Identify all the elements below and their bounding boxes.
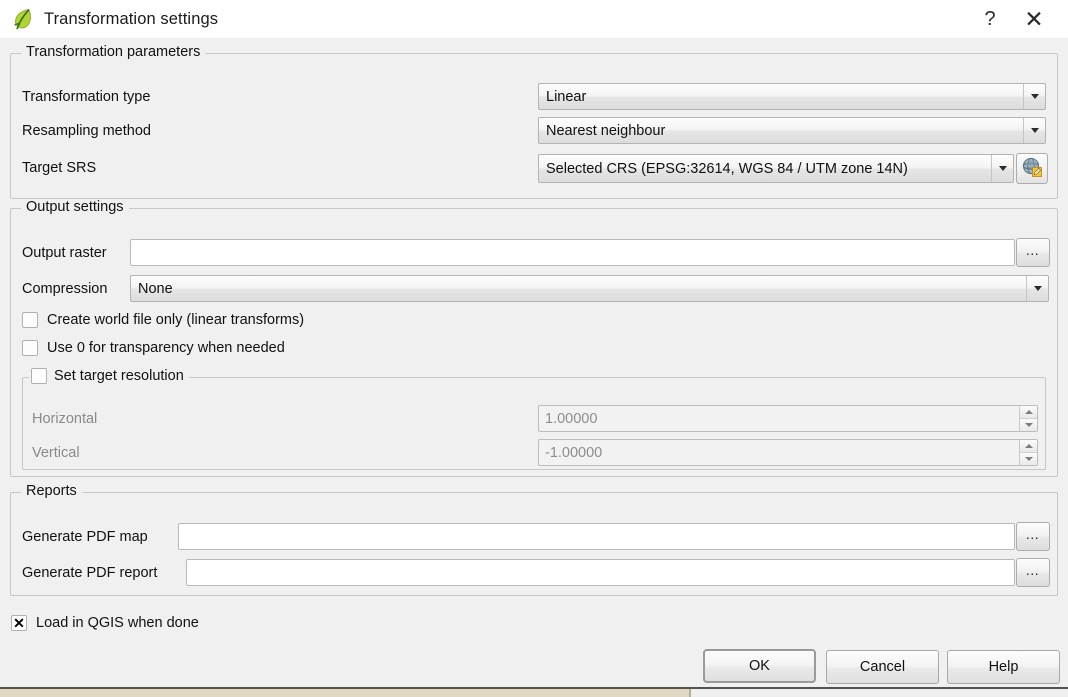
output-raster-label: Output raster xyxy=(22,245,107,261)
output-raster-browse-button[interactable]: … xyxy=(1016,238,1050,267)
generate-pdf-report-input[interactable] xyxy=(186,559,1015,586)
cancel-button[interactable]: Cancel xyxy=(826,650,939,684)
transformation-parameters-title: Transformation parameters xyxy=(21,44,206,60)
generate-pdf-report-label: Generate PDF report xyxy=(22,565,158,581)
transformation-type-combo[interactable]: Linear xyxy=(538,83,1046,110)
reports-title: Reports xyxy=(21,483,82,499)
target-srs-value: Selected CRS (EPSG:32614, WGS 84 / UTM z… xyxy=(546,160,908,177)
ok-button[interactable]: OK xyxy=(703,649,816,683)
chevron-down-icon xyxy=(991,155,1013,182)
horizontal-stepper-buttons[interactable] xyxy=(1019,406,1037,431)
stepper-down-icon[interactable] xyxy=(1020,419,1037,431)
compression-value: None xyxy=(138,280,173,297)
globe-crs-icon xyxy=(1021,156,1043,182)
generate-pdf-map-label: Generate PDF map xyxy=(22,529,148,545)
close-icon[interactable]: ✕ xyxy=(1012,0,1056,38)
use-zero-transparency-checkbox[interactable]: Use 0 for transparency when needed xyxy=(22,340,285,356)
resampling-method-value: Nearest neighbour xyxy=(546,122,666,139)
generate-pdf-map-input[interactable] xyxy=(178,523,1015,550)
compression-combo[interactable]: None xyxy=(130,275,1049,302)
horizontal-resolution-stepper[interactable]: 1.00000 xyxy=(538,405,1038,432)
create-world-file-checkbox-box xyxy=(22,312,38,328)
stepper-up-icon[interactable] xyxy=(1020,406,1037,419)
help-button[interactable]: Help xyxy=(947,650,1060,684)
chevron-down-icon xyxy=(1023,84,1045,109)
create-world-file-label: Create world file only (linear transform… xyxy=(47,312,305,328)
chevron-down-icon xyxy=(1026,276,1048,301)
load-in-qgis-label: Load in QGIS when done xyxy=(36,615,199,631)
use-zero-transparency-checkbox-box xyxy=(22,340,38,356)
window-title: Transformation settings xyxy=(44,9,219,28)
select-crs-button[interactable] xyxy=(1016,153,1048,184)
title-bar: Transformation settings ? ✕ xyxy=(0,0,1068,38)
set-target-resolution-checkbox[interactable]: Set target resolution xyxy=(29,368,189,384)
stepper-down-icon[interactable] xyxy=(1020,453,1037,465)
resampling-method-combo[interactable]: Nearest neighbour xyxy=(538,117,1046,144)
output-settings-title: Output settings xyxy=(21,199,129,215)
load-in-qgis-checkbox[interactable]: ✕ Load in QGIS when done xyxy=(11,615,199,631)
resampling-method-label: Resampling method xyxy=(22,123,151,139)
target-srs-combo[interactable]: Selected CRS (EPSG:32614, WGS 84 / UTM z… xyxy=(538,154,1014,183)
generate-pdf-map-browse-button[interactable]: … xyxy=(1016,522,1050,551)
transformation-type-label: Transformation type xyxy=(22,89,151,105)
load-in-qgis-checkbox-box: ✕ xyxy=(11,615,27,631)
set-target-resolution-checkbox-box xyxy=(31,368,47,384)
vertical-stepper-buttons[interactable] xyxy=(1019,440,1037,465)
target-srs-label: Target SRS xyxy=(22,160,97,176)
vertical-label: Vertical xyxy=(32,445,80,461)
vertical-resolution-stepper[interactable]: -1.00000 xyxy=(538,439,1038,466)
background-window-strip-left xyxy=(0,689,691,697)
chevron-down-icon xyxy=(1023,118,1045,143)
output-raster-input[interactable] xyxy=(130,239,1015,266)
transformation-settings-dialog: Transformation settings ? ✕ Transformati… xyxy=(0,0,1068,697)
create-world-file-checkbox[interactable]: Create world file only (linear transform… xyxy=(22,312,304,328)
horizontal-label: Horizontal xyxy=(32,411,98,427)
help-title-button[interactable]: ? xyxy=(968,0,1012,38)
background-window-strip-right xyxy=(691,689,1068,697)
transformation-type-value: Linear xyxy=(546,88,587,105)
use-zero-transparency-label: Use 0 for transparency when needed xyxy=(47,340,285,356)
generate-pdf-report-browse-button[interactable]: … xyxy=(1016,558,1050,587)
compression-label: Compression xyxy=(22,281,108,297)
set-target-resolution-label: Set target resolution xyxy=(54,368,184,384)
stepper-up-icon[interactable] xyxy=(1020,440,1037,453)
qgis-leaf-icon xyxy=(11,7,35,31)
vertical-resolution-value: -1.00000 xyxy=(545,444,603,461)
horizontal-resolution-value: 1.00000 xyxy=(545,410,598,427)
